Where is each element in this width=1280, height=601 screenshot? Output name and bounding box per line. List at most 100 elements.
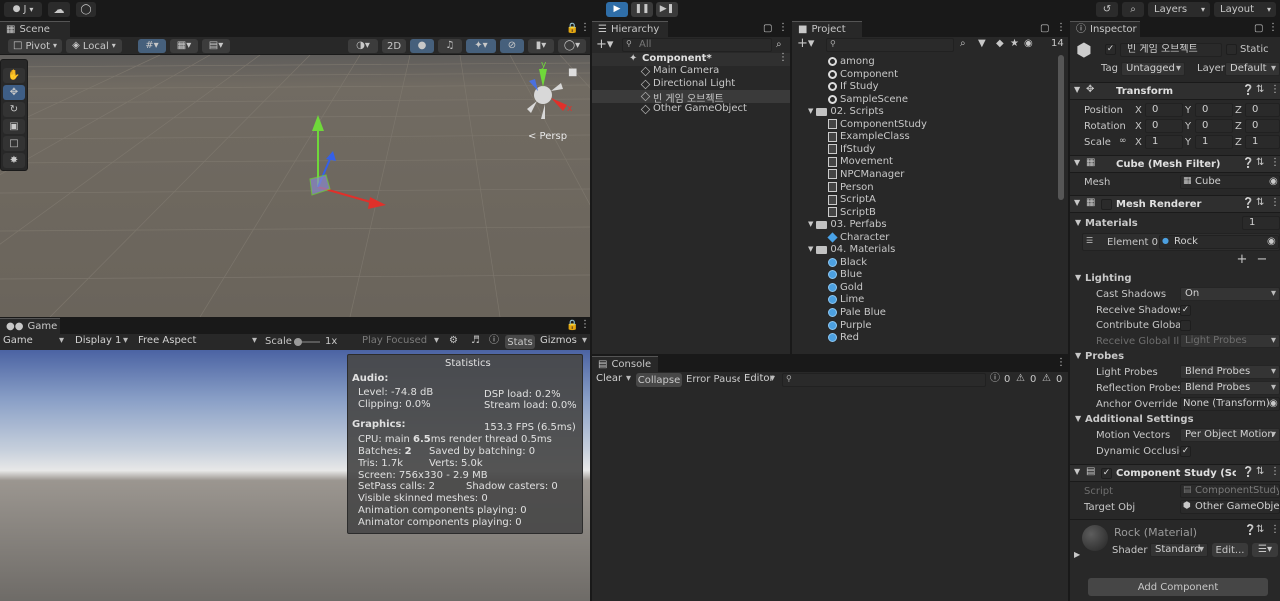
local-dropdown[interactable]: ◈ Local ▾: [66, 39, 122, 53]
more-menu-icon[interactable]: ⋮: [1270, 158, 1280, 168]
audio-icon[interactable]: ♬: [471, 336, 480, 346]
info-icon[interactable]: ⓘ: [489, 336, 499, 346]
project-item[interactable]: SampleScene: [828, 94, 908, 105]
audio-toggle[interactable]: ♫: [438, 39, 462, 53]
rotate-tool[interactable]: ↻: [3, 102, 25, 117]
mesh-renderer-header[interactable]: ▼ ▦ Mesh Renderer ❔ ⇅ ⋮: [1070, 195, 1280, 213]
project-item[interactable]: ▼ 04. Materials: [808, 244, 895, 255]
drag-handle-icon[interactable]: ☰: [1086, 237, 1093, 245]
search-by-type-icon[interactable]: ⌕: [960, 39, 966, 49]
project-item[interactable]: Purple: [828, 320, 872, 331]
project-item[interactable]: Person: [828, 182, 874, 193]
search-filter-icon[interactable]: ⌕: [776, 40, 782, 50]
console-search-input[interactable]: [782, 373, 986, 387]
project-item[interactable]: among: [828, 56, 875, 67]
object-picker-icon[interactable]: ◉: [1269, 177, 1278, 187]
hidden-packages-icon[interactable]: ◉: [1024, 39, 1033, 49]
help-icon[interactable]: ❔: [1242, 159, 1254, 169]
search-button[interactable]: ⌕: [1122, 2, 1144, 17]
preset-icon[interactable]: ⇅: [1256, 198, 1264, 208]
add-element-button[interactable]: +: [1234, 252, 1250, 267]
shading-mode-button[interactable]: ◑▾: [348, 39, 378, 53]
camera-dropdown[interactable]: ▮▾: [528, 39, 554, 53]
label-filter-icon[interactable]: ▼: [978, 39, 986, 49]
element0-field[interactable]: Rock: [1159, 235, 1279, 249]
more-menu-icon[interactable]: ⋮: [1270, 525, 1280, 535]
error-icon[interactable]: ⚠: [1042, 374, 1051, 384]
active-checkbox[interactable]: ✓: [1105, 44, 1116, 55]
preset-icon[interactable]: ⇅: [1256, 525, 1264, 535]
position-y-input[interactable]: 0: [1195, 103, 1233, 117]
expand-arrow-icon[interactable]: ▼: [808, 246, 813, 253]
shader-dropdown[interactable]: Standard: [1150, 543, 1208, 557]
tab-scene[interactable]: ▦ Scene: [0, 21, 70, 37]
more-menu-icon[interactable]: ⋮: [1270, 467, 1280, 477]
add-component-button[interactable]: Add Component: [1088, 578, 1268, 596]
account-dropdown[interactable]: ● J ▾: [4, 2, 42, 17]
expand-arrow-icon[interactable]: ▼: [1075, 352, 1081, 360]
lock-icon[interactable]: ▢: [1254, 24, 1263, 34]
perspective-label[interactable]: < Persp: [528, 131, 567, 142]
lock-icon[interactable]: ▢: [763, 24, 772, 34]
project-item[interactable]: IfStudy: [828, 144, 875, 155]
project-item[interactable]: NPCManager: [828, 169, 904, 180]
anchor-override-field[interactable]: None (Transform): [1180, 397, 1280, 411]
shader-options-button[interactable]: ☰▾: [1252, 543, 1278, 557]
pivot-dropdown[interactable]: □ Pivot ▾: [8, 39, 62, 53]
preset-icon[interactable]: ⇅: [1256, 85, 1264, 95]
hierarchy-item[interactable]: Other GameObject: [592, 103, 790, 116]
lock-icon[interactable]: ▢: [1040, 24, 1049, 34]
project-item[interactable]: Lime: [828, 294, 864, 305]
project-item[interactable]: Gold: [828, 282, 863, 293]
more-menu-icon[interactable]: ⋮: [1056, 23, 1066, 33]
2d-toggle[interactable]: 2D: [382, 39, 406, 53]
pause-button[interactable]: ❚❚: [631, 2, 653, 17]
project-item[interactable]: ScriptB: [828, 207, 876, 218]
contribute-gi-checkbox[interactable]: [1180, 320, 1191, 331]
more-menu-icon[interactable]: ⋮: [1270, 85, 1280, 95]
expand-arrow-icon[interactable]: ▼: [808, 221, 813, 228]
editor-dropdown[interactable]: Editor: [740, 373, 778, 387]
tag-icon[interactable]: ◆: [996, 39, 1004, 49]
preset-icon[interactable]: ⇅: [1256, 158, 1264, 168]
clear-dropdown[interactable]: Clear: [592, 373, 634, 387]
play-focused-dropdown[interactable]: Play Focused: [358, 335, 442, 349]
step-button[interactable]: ▶❚: [656, 2, 678, 17]
scale-slider[interactable]: [294, 338, 320, 346]
light-probes-dropdown[interactable]: Blend Probes: [1180, 365, 1280, 379]
expand-arrow-icon[interactable]: ▼: [808, 108, 813, 115]
materials-count-field[interactable]: 1: [1242, 216, 1280, 230]
more-menu-icon[interactable]: ⋮: [1056, 358, 1066, 368]
scale-x-input[interactable]: 1: [1145, 135, 1183, 149]
project-item[interactable]: ExampleClass: [828, 131, 910, 142]
hierarchy-item-selected[interactable]: 빈 게임 오브젝트: [592, 90, 790, 105]
project-item[interactable]: ComponentStudy: [828, 119, 927, 130]
receive-shadows-checkbox[interactable]: ✓: [1180, 305, 1191, 316]
collab-button[interactable]: ◯: [76, 2, 96, 17]
project-item[interactable]: Blue: [828, 269, 862, 280]
more-menu-icon[interactable]: ⋮: [1270, 198, 1280, 208]
preset-icon[interactable]: ⇅: [1256, 467, 1264, 477]
gizmos-dropdown[interactable]: Gizmos: [536, 335, 590, 349]
project-item[interactable]: Red: [828, 332, 859, 343]
layout-dropdown[interactable]: Layout ▾: [1214, 2, 1276, 17]
more-menu-icon[interactable]: ⋮: [778, 53, 788, 63]
position-z-input[interactable]: 0: [1245, 103, 1280, 117]
more-menu-icon[interactable]: ⋮: [778, 23, 788, 33]
dynamic-occlusion-checkbox[interactable]: ✓: [1180, 446, 1191, 457]
cast-shadows-dropdown[interactable]: On: [1180, 287, 1280, 301]
static-checkbox[interactable]: [1226, 44, 1237, 55]
transform-tool[interactable]: ✸: [3, 153, 25, 168]
rect-tool[interactable]: □: [3, 136, 25, 151]
tab-project[interactable]: ■ Project: [792, 21, 862, 37]
lock-icon[interactable]: ■: [568, 68, 577, 78]
component-study-enabled-checkbox[interactable]: ✓: [1101, 468, 1112, 479]
aspect-dropdown[interactable]: Free Aspect: [134, 335, 260, 349]
expand-arrow-icon[interactable]: ▼: [1075, 219, 1081, 227]
increment-snap-button[interactable]: ▤▾: [202, 39, 230, 53]
add-icon[interactable]: +▾: [596, 38, 613, 51]
project-scrollbar[interactable]: [1058, 55, 1064, 200]
hierarchy-search-input[interactable]: All: [622, 38, 772, 52]
edit-shader-button[interactable]: Edit...: [1212, 543, 1248, 557]
expand-arrow-icon[interactable]: ▼: [1075, 415, 1081, 423]
